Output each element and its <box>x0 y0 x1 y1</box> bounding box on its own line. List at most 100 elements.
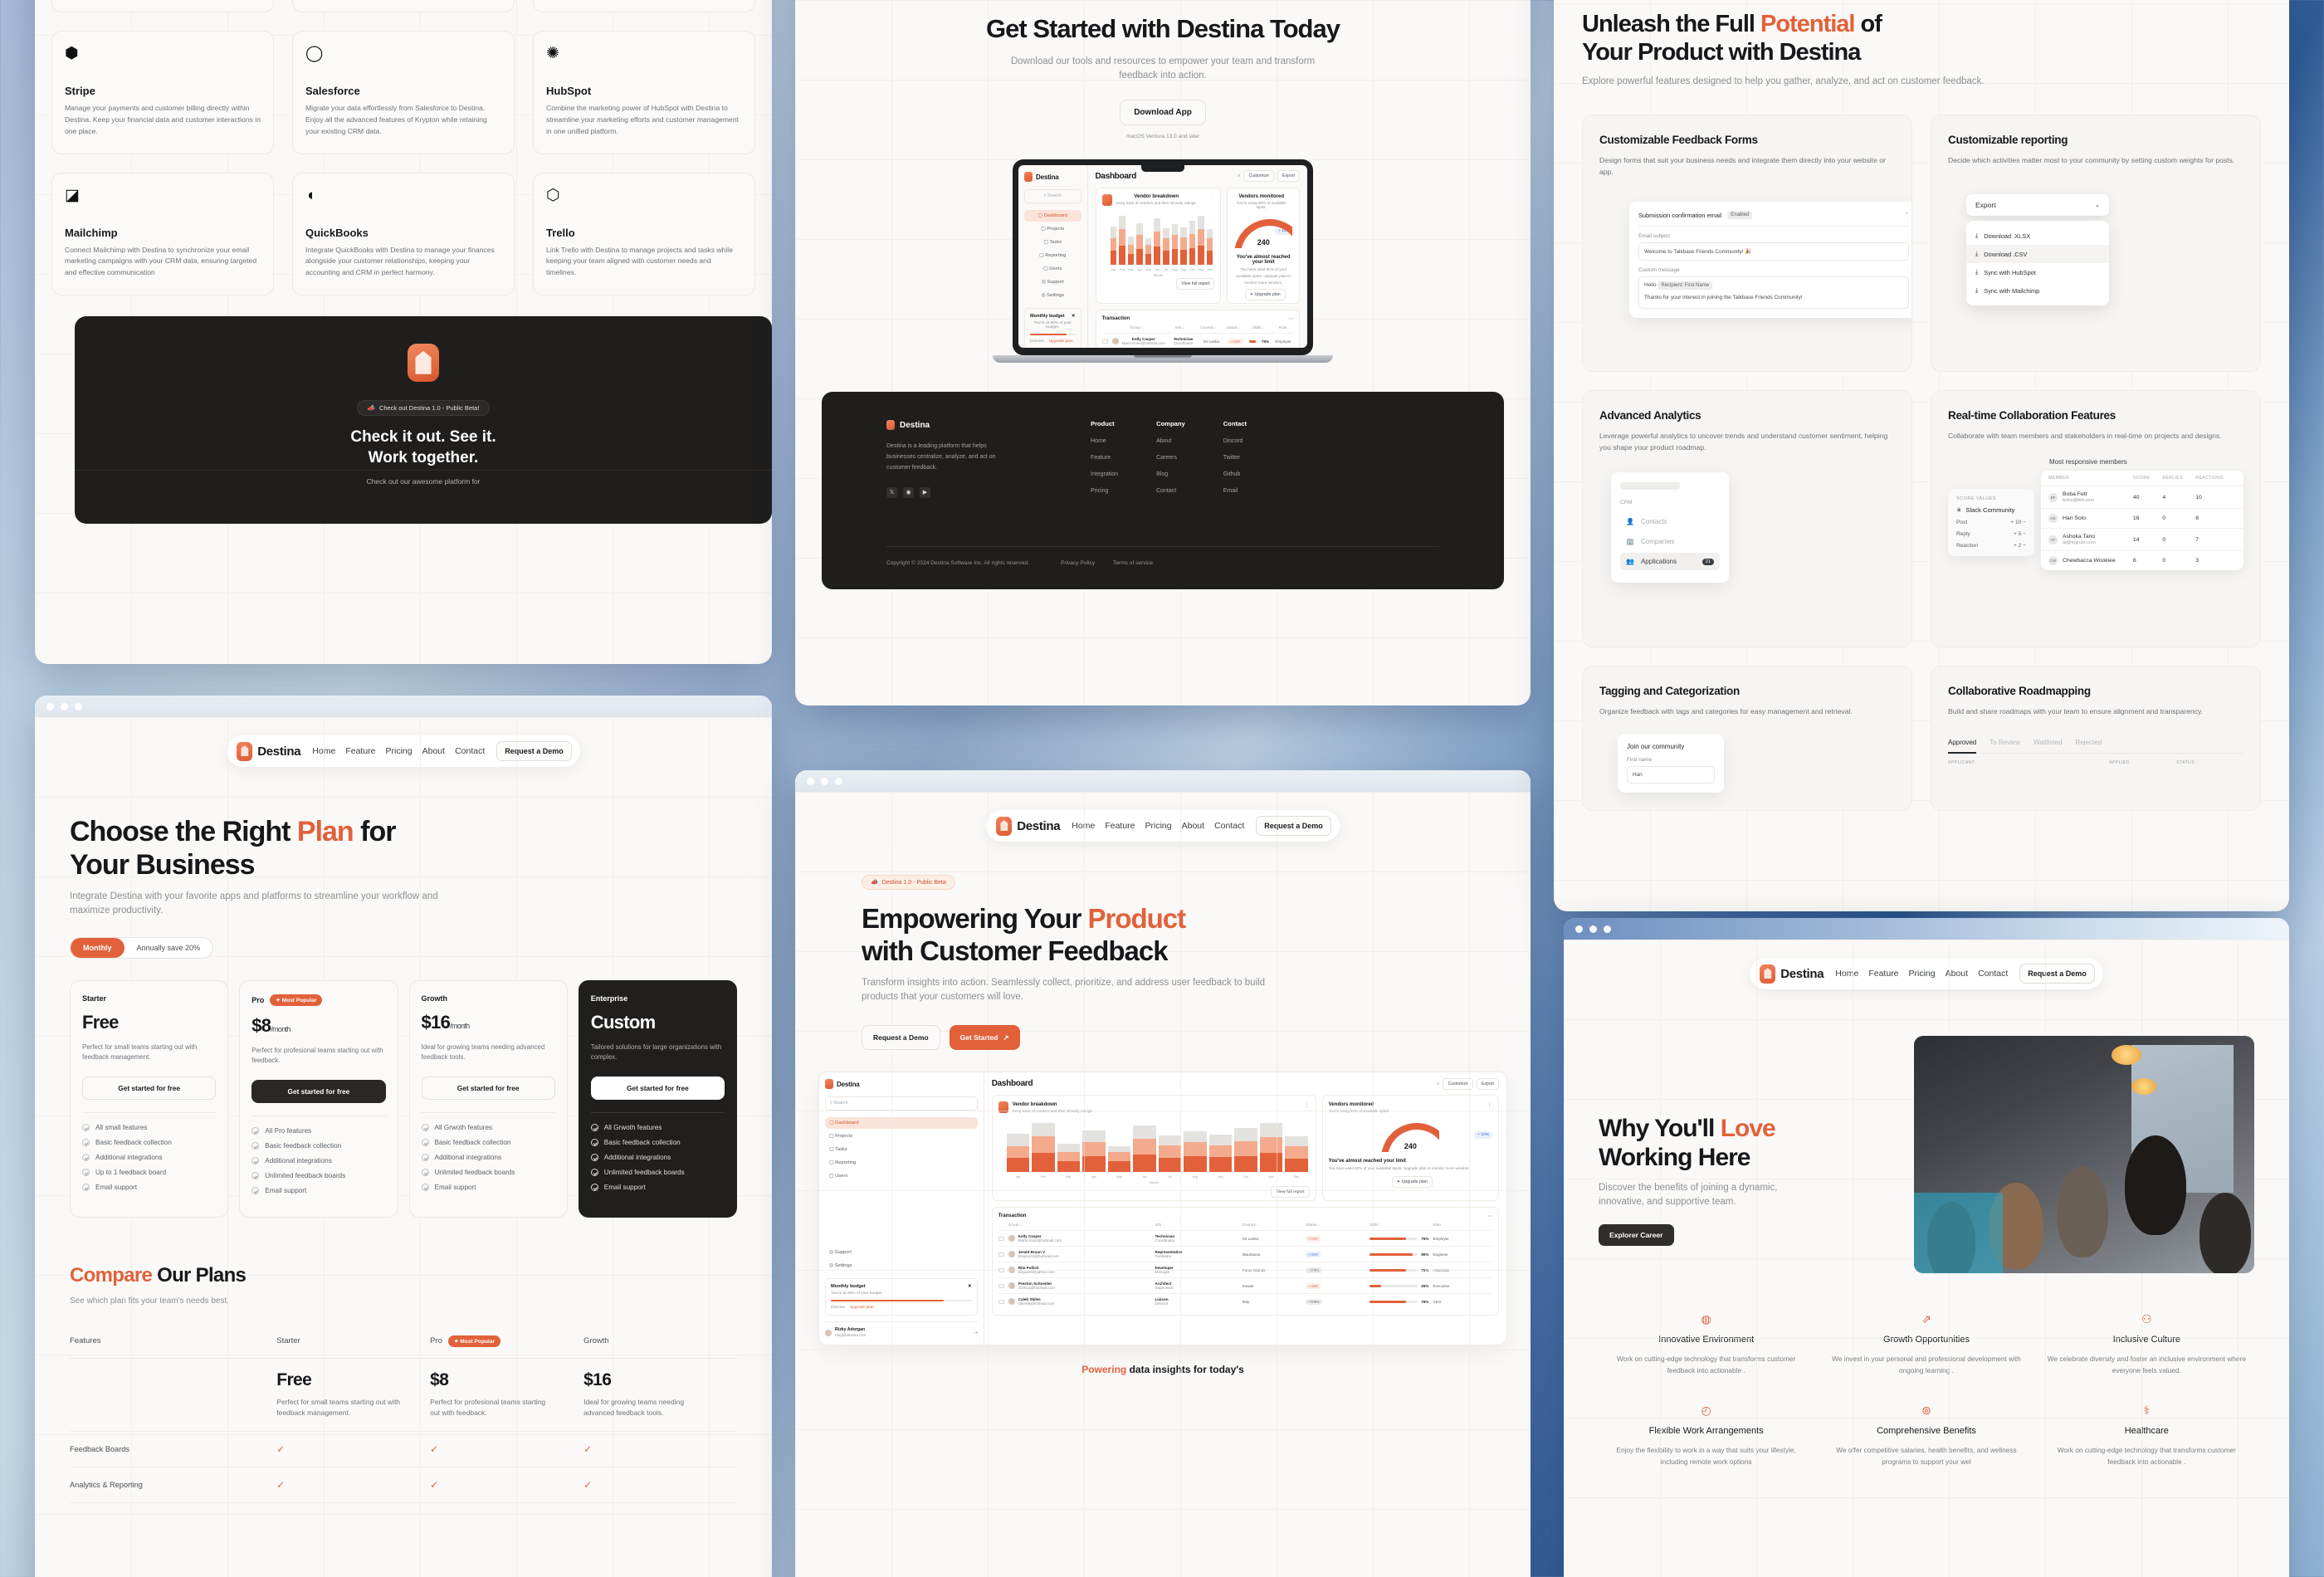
crm-item-companies[interactable]: 🏢 Companies <box>1620 533 1720 550</box>
nav-link-home[interactable]: Home <box>1835 969 1858 979</box>
search-icon[interactable]: ⌕ <box>1437 1081 1439 1086</box>
row-checkbox[interactable] <box>998 1236 1004 1241</box>
logout-icon[interactable]: ⇥ <box>974 1330 978 1335</box>
tag-mock-input[interactable]: Han <box>1627 766 1715 784</box>
billing-period-toggle[interactable]: Monthly Annually save 20% <box>70 936 214 959</box>
sidebar-item-support[interactable]: ◎ Support <box>1024 276 1081 288</box>
footer-link-integration[interactable]: Integration <box>1091 471 1118 477</box>
search-input[interactable]: ⌕ Search <box>825 1096 978 1111</box>
sidebar-item-settings[interactable]: ◎ Settings <box>1024 290 1081 301</box>
table-row[interactable]: Preston Schneider Joshua@hotmail.com Arch… <box>998 1277 1492 1293</box>
hero-beta-badge[interactable]: 📣 Destina 1.0 - Public Beta <box>862 875 955 890</box>
integration-card[interactable]: ◯ Salesforce Migrate your data effortles… <box>292 30 515 154</box>
crm-item-contacts[interactable]: 👤 Contacts <box>1620 513 1720 530</box>
footer-link-github[interactable]: Github <box>1223 471 1247 477</box>
integration-card[interactable]: ◖ QuickBooks Integrate QuickBooks with D… <box>292 172 515 296</box>
toggle-monthly[interactable]: Monthly <box>71 937 124 958</box>
brand[interactable]: Destina <box>996 816 1061 836</box>
nav-link-contact[interactable]: Contact <box>455 746 485 756</box>
upgrade-link[interactable]: Upgrade plan <box>850 1306 874 1310</box>
export-button[interactable]: Export <box>1277 170 1300 183</box>
roadmap-tab-to-review[interactable]: To Review <box>1990 739 2020 747</box>
roadmap-tab-waitlisted[interactable]: Waitlisted <box>2034 739 2062 747</box>
youtube-icon[interactable]: ▶ <box>920 486 930 498</box>
integration-card[interactable]: ✳ Google Workspace Sync your emails, cal… <box>292 0 515 12</box>
member-row[interactable]: HS Han Solo 16 0 8 <box>2041 508 2243 528</box>
roadmap-tabs[interactable]: Approved To Review Waitlisted Rejected <box>1948 739 2243 754</box>
upgrade-plan-button[interactable]: ✦ Upgrade plan <box>1391 1176 1433 1189</box>
download-app-button[interactable]: Download App <box>1120 100 1206 126</box>
sidebar-item-tasks[interactable]: ▢ Tasks <box>1024 237 1081 248</box>
roadmap-tab-approved[interactable]: Approved <box>1948 739 1977 754</box>
more-icon[interactable]: ⋯ <box>1288 316 1293 322</box>
search-input[interactable]: ⌕ Search <box>1024 189 1081 204</box>
nav-link-pricing[interactable]: Pricing <box>1145 821 1172 831</box>
search-icon[interactable]: ⌕ <box>1238 173 1240 178</box>
integration-card[interactable]: ⬡ Trello Link Trello with Destina to man… <box>533 172 755 296</box>
request-demo-button[interactable]: Request a Demo <box>1256 816 1331 836</box>
member-row[interactable]: CW Chewbacca Wookiee 6 0 3 <box>2041 550 2243 570</box>
table-row[interactable]: Caleb Skiles Ollie69@hotmail.com Liaison D… <box>998 1293 1492 1309</box>
more-icon[interactable]: ⋮ <box>1304 1101 1310 1108</box>
nav-link-feature[interactable]: Feature <box>1868 969 1898 979</box>
close-icon[interactable]: ✕ <box>968 1284 972 1289</box>
footer-link-home[interactable]: Home <box>1091 438 1118 444</box>
close-icon[interactable]: ✕ <box>1072 314 1076 319</box>
footer-link-contact[interactable]: Contact <box>1156 488 1185 494</box>
member-row[interactable]: BF Boba Fett boba@fett.com 40 4 10 <box>2041 486 2243 508</box>
explore-career-button[interactable]: Explorer Career <box>1599 1224 1674 1247</box>
plan-cta-button[interactable]: Get started for free <box>82 1076 217 1100</box>
export-option[interactable]: ⤓ Sync with Mailchimp <box>1966 281 2109 300</box>
minimize-dot[interactable] <box>821 777 828 785</box>
request-demo-button[interactable]: Request a Demo <box>496 741 572 761</box>
row-checkbox[interactable] <box>998 1252 1004 1257</box>
sidebar-item-dashboard[interactable]: ▢ Dashboard <box>825 1117 978 1130</box>
nav-link-about[interactable]: About <box>1946 969 1968 979</box>
request-demo-button[interactable]: Request a Demo <box>2019 964 2095 984</box>
member-row[interactable]: AT Ashoka Tano at@togruta.com 14 0 7 <box>2041 528 2243 550</box>
more-icon[interactable]: ⋮ <box>1487 1101 1492 1113</box>
maximize-dot[interactable] <box>75 702 82 710</box>
footer-link-about[interactable]: About <box>1156 438 1185 444</box>
nav-link-home[interactable]: Home <box>1072 821 1095 831</box>
row-checkbox[interactable] <box>998 1267 1004 1272</box>
roadmap-tab-rejected[interactable]: Rejected <box>2076 739 2102 747</box>
row-checkbox[interactable] <box>998 1283 1004 1288</box>
export-option[interactable]: ⤓ Sync with HubSpot <box>1966 263 2109 281</box>
minimize-dot[interactable] <box>61 702 68 710</box>
dismiss-link[interactable]: Dismiss <box>831 1306 845 1310</box>
sidebar-item-users[interactable]: ▢ Users <box>1024 263 1081 275</box>
nav-link-pricing[interactable]: Pricing <box>1909 969 1936 979</box>
nav-link-about[interactable]: About <box>1182 821 1204 831</box>
table-row[interactable]: Rita Pollich Dejuan9@yahoo.com Developer M… <box>998 1262 1492 1277</box>
instagram-icon[interactable]: ◉ <box>903 486 914 498</box>
nav-link-feature[interactable]: Feature <box>1105 821 1135 831</box>
sidebar-item-projects[interactable]: ▢ Projects <box>825 1130 978 1142</box>
plan-cta-button[interactable]: Get started for free <box>590 1076 725 1100</box>
more-icon[interactable]: ⋮ <box>1210 194 1214 199</box>
view-full-report-button[interactable]: View full report <box>1271 1186 1310 1199</box>
table-row[interactable]: Kelly Casper Mario.Koss@hotmail.com Techn… <box>1101 333 1293 348</box>
nav-link-feature[interactable]: Feature <box>345 746 375 756</box>
close-dot[interactable] <box>807 777 814 785</box>
upgrade-link[interactable]: Upgrade plan <box>1049 339 1073 344</box>
integration-card[interactable]: ◤ Zapier Connect Destina with over 3,000… <box>533 0 755 12</box>
row-checkbox[interactable] <box>1101 339 1108 344</box>
maximize-dot[interactable] <box>835 777 842 785</box>
integration-card[interactable]: ✺ HubSpot Combine the marketing power of… <box>533 30 755 154</box>
footer-link-feature[interactable]: Feature <box>1091 455 1118 461</box>
close-dot[interactable] <box>1575 925 1583 933</box>
nav-link-contact[interactable]: Contact <box>1978 969 2008 979</box>
customize-button[interactable]: Customize <box>1243 170 1274 183</box>
footer-link-twitter[interactable]: Twitter <box>1223 455 1247 461</box>
sidebar-item-settings[interactable]: ◎ Settings <box>825 1260 978 1272</box>
crm-item-applications[interactable]: 👥 Applications 21 <box>1620 553 1720 571</box>
more-icon[interactable]: ⋯ <box>1487 1213 1492 1219</box>
nav-link-home[interactable]: Home <box>312 746 335 756</box>
export-button[interactable]: Export <box>1477 1077 1499 1090</box>
close-dot[interactable] <box>46 702 54 710</box>
table-row[interactable]: Jerald Braun V Brayan43@hotmail.com Repre… <box>998 1246 1492 1262</box>
nav-link-contact[interactable]: Contact <box>1214 821 1244 831</box>
brand[interactable]: Destina <box>1760 964 1824 984</box>
customize-button[interactable]: Customize <box>1443 1077 1473 1090</box>
